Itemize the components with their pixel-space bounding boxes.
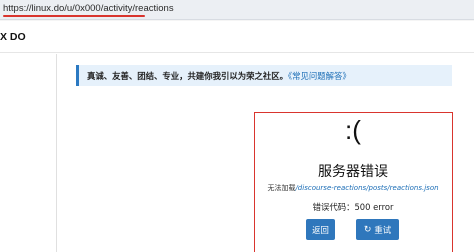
error-description: 无法加载/discourse-reactions/posts/reactions… [255, 183, 451, 193]
back-button[interactable]: 返回 [306, 219, 335, 240]
error-path: /discourse-reactions/posts/reactions.jso… [295, 184, 439, 192]
site-header: X DO [0, 21, 474, 53]
address-bar[interactable]: https://linux.do/u/0x000/activity/reacti… [0, 0, 474, 20]
banner-message: 真诚、友善、团结、专业，共建你我引以为荣之社区。 [87, 71, 288, 81]
welcome-banner: 真诚、友善、团结、专业，共建你我引以为荣之社区。《常见问题解答》 [76, 65, 452, 86]
site-title[interactable]: X DO [0, 31, 26, 43]
error-panel: :( 服务器错误 无法加载/discourse-reactions/posts/… [254, 112, 453, 252]
error-code: 错误代码：500 error [312, 202, 394, 212]
sad-face: :( [345, 115, 361, 145]
refresh-icon: ↻ [363, 224, 372, 234]
banner-text: 真诚、友善、团结、专业，共建你我引以为荣之社区。《常见问题解答》 [87, 70, 351, 82]
retry-button-label: 重试 [374, 224, 392, 235]
error-title: 服务器错误 [318, 164, 388, 180]
sidebar-divider [56, 54, 57, 252]
url-highlight-underline [3, 15, 145, 17]
error-description-prefix: 无法加载 [267, 184, 296, 192]
retry-button[interactable]: ↻ 重试 [356, 219, 399, 240]
back-button-label: 返回 [312, 224, 329, 235]
url-text[interactable]: https://linux.do/u/0x000/activity/reacti… [3, 3, 174, 14]
faq-link[interactable]: 《常见问题解答》 [288, 71, 351, 81]
page: X DO 真诚、友善、团结、专业，共建你我引以为荣之社区。《常见问题解答》 :(… [0, 21, 474, 252]
